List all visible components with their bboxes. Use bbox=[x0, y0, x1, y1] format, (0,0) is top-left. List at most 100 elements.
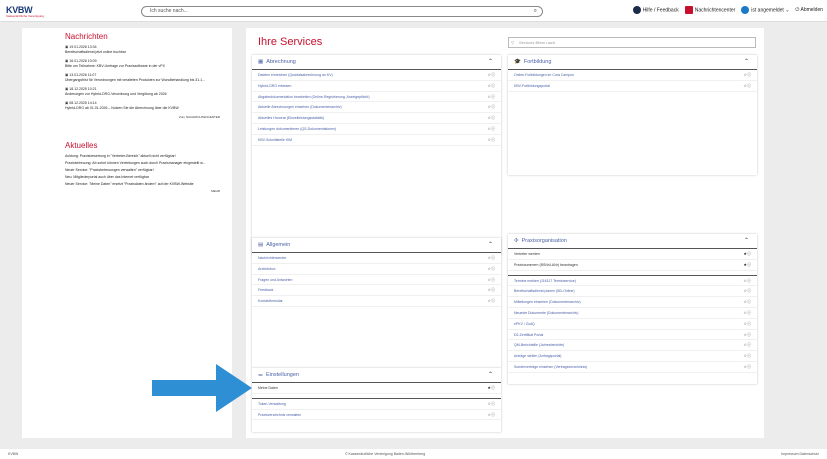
service-item[interactable]: Neueste Dokumente (Dokumentenarchiv) ☆ⓘ bbox=[508, 308, 757, 319]
service-item[interactable]: Arztinfobox ☆ⓘ bbox=[252, 264, 501, 275]
aktuell-item[interactable]: Praxisbetreuung: Ab sofort können Vertre… bbox=[65, 161, 232, 166]
info-icon[interactable]: ⓘ bbox=[747, 364, 751, 369]
search-input[interactable]: Ich suche nach... ⌕ bbox=[141, 6, 543, 17]
info-icon[interactable]: ⓘ bbox=[747, 72, 751, 77]
chevron-up-icon[interactable]: ⌃ bbox=[744, 55, 749, 70]
aktuell-more-link[interactable]: MEHR bbox=[22, 189, 220, 193]
news-more-link[interactable]: Zum NACHRICHTENCENTER bbox=[22, 115, 220, 119]
aktuell-item[interactable]: Achtung: Praxisbewertung in "Vertreter-B… bbox=[65, 154, 232, 159]
info-icon[interactable]: ⓘ bbox=[747, 288, 751, 293]
card-header-abrechnung[interactable]: ▦ Abrechnung ⌃ bbox=[252, 55, 501, 70]
service-item[interactable]: Aktuelles Honorar (Einzelleistungsstatis… bbox=[252, 113, 501, 124]
card-header-praxisorganisation[interactable]: ✣ Praxisorganisation ⌃ bbox=[508, 234, 757, 249]
news-item[interactable]: 13.01.2026 11:07Übergangsfrist für Veror… bbox=[65, 73, 232, 83]
chevron-up-icon[interactable]: ⌃ bbox=[488, 368, 493, 383]
info-icon[interactable]: ⓘ bbox=[491, 412, 495, 417]
search-icon[interactable]: ⌕ bbox=[534, 7, 537, 16]
service-item[interactable]: Meine Daten ★ⓘ bbox=[252, 383, 501, 394]
info-icon[interactable]: ⓘ bbox=[491, 137, 495, 142]
info-icon[interactable]: ⓘ bbox=[747, 262, 751, 267]
service-item[interactable]: Kontaktformular ☆ⓘ bbox=[252, 296, 501, 307]
service-item[interactable]: D2-Zertifikat Portal ☆ⓘ bbox=[508, 330, 757, 341]
card-header-allgemein[interactable]: ▤ Allgemein ⌃ bbox=[252, 238, 501, 253]
card-einstellungen: ⚌ Einstellungen ⌃ Meine Daten ★ⓘ Token-Ver… bbox=[252, 368, 501, 432]
user-menu[interactable]: ist angemeldet ⌄ bbox=[741, 6, 789, 14]
service-item[interactable]: Online-Fortbildungen im Cura Campus ☆ⓘ bbox=[508, 70, 757, 81]
info-icon[interactable]: ⓘ bbox=[747, 342, 751, 347]
info-icon[interactable]: ⓘ bbox=[491, 277, 495, 282]
service-item[interactable]: Praxisverzeichnis verwalten ☆ⓘ bbox=[252, 410, 501, 421]
service-item[interactable]: KBV-Schnittstelle KIM ☆ⓘ bbox=[252, 135, 501, 146]
aktuell-item[interactable]: Neu: Mitgliederportal auch über das Inte… bbox=[65, 175, 232, 180]
info-icon[interactable]: ⓘ bbox=[491, 126, 495, 131]
service-item[interactable]: Abgabedokumentation bearbeiten (Online-R… bbox=[252, 92, 501, 103]
news-item[interactable]: 19.01.2026 13:34Bereitschaftsdienst jetz… bbox=[65, 45, 232, 55]
service-item[interactable]: Vertreter werden ★ⓘ bbox=[508, 249, 757, 260]
card-header-einstellungen[interactable]: ⚌ Einstellungen ⌃ bbox=[252, 368, 501, 383]
info-icon[interactable]: ⓘ bbox=[491, 266, 495, 271]
service-item[interactable]: Nachrichtencenter ☆ⓘ bbox=[252, 253, 501, 264]
service-item[interactable]: Mitteilungen einsehen (Dokumentenarchiv)… bbox=[508, 297, 757, 308]
chevron-up-icon[interactable]: ⌃ bbox=[744, 234, 749, 249]
info-icon[interactable]: ⓘ bbox=[491, 298, 495, 303]
messages-link[interactable]: Nachrichtencenter bbox=[684, 6, 735, 14]
service-item[interactable]: Aktuelle Abrechnungen einsehen (Dokument… bbox=[252, 102, 501, 114]
chevron-up-icon[interactable]: ⌃ bbox=[488, 238, 493, 253]
aktuell-item[interactable]: Neuer Service: "Meine Daten" ersetzt "Pr… bbox=[65, 182, 232, 187]
news-item[interactable]: 18.12.2025 10:21Änderungen zur Hybrid-DR… bbox=[65, 87, 232, 97]
info-icon[interactable]: ⓘ bbox=[491, 94, 495, 99]
service-item[interactable]: Termine melden (116117 Terminservice) ☆ⓘ bbox=[508, 276, 757, 287]
service-item[interactable]: Dateien einreichen (Quartalsabrechnung a… bbox=[252, 70, 501, 81]
service-item[interactable]: QM-Berichtsfile (Jahresberichte) ☆ⓘ bbox=[508, 340, 757, 352]
info-icon[interactable]: ⓘ bbox=[747, 278, 751, 283]
info-icon[interactable]: ⓘ bbox=[491, 104, 495, 109]
info-icon[interactable]: ⓘ bbox=[491, 287, 495, 292]
service-item[interactable]: Sonderverträge einsehen (Vertragsverzeic… bbox=[508, 362, 757, 373]
service-item[interactable]: Hybrid-DRG erfassen ☆ⓘ bbox=[252, 81, 501, 92]
news-text: Übergangsfrist für Verordnungen mit vera… bbox=[65, 78, 206, 82]
service-item[interactable]: Praxisnummern (BSNr/LANr) beantragen ★ⓘ bbox=[508, 260, 757, 271]
service-item[interactable]: Leistungen dokumentieren (QS-Dokumentati… bbox=[252, 124, 501, 135]
info-icon[interactable]: ⓘ bbox=[491, 72, 495, 77]
service-item[interactable]: Fragen und Antworten ☆ⓘ bbox=[252, 275, 501, 286]
service-label: Praxisnummern (BSNr/LANr) beantragen bbox=[514, 262, 578, 267]
user-icon bbox=[741, 6, 750, 14]
grid-icon: ▤ bbox=[258, 242, 264, 248]
service-label: Anträge stellen (Antragsportal) bbox=[514, 354, 562, 359]
service-label: Bereitschaftsdienst planen (BD-Online) bbox=[514, 289, 575, 294]
logout-link[interactable]: ⏻ Abmelden bbox=[795, 7, 823, 13]
service-item[interactable]: KBV-Fortbildungsportal ☆ⓘ bbox=[508, 81, 757, 92]
info-icon[interactable]: ⓘ bbox=[747, 310, 751, 315]
service-label: Fragen und Antworten bbox=[258, 277, 293, 282]
service-item[interactable]: Feedback ☆ⓘ bbox=[252, 285, 501, 297]
info-icon[interactable]: ⓘ bbox=[491, 83, 495, 88]
help-link[interactable]: Hilfe / Feedback bbox=[632, 6, 679, 14]
info-icon[interactable]: ⓘ bbox=[747, 321, 751, 326]
info-icon[interactable]: ⓘ bbox=[491, 401, 495, 406]
services-panel: Ihre Services Services filtern nach ▦Abr… bbox=[246, 28, 764, 438]
service-item[interactable]: ePKV / ZodQ ☆ⓘ bbox=[508, 319, 757, 330]
info-icon[interactable]: ⓘ bbox=[491, 115, 495, 120]
service-item[interactable]: Bereitschaftsdienst planen (BD-Online) ☆ⓘ bbox=[508, 286, 757, 298]
top-header: KVBW Kassenärztliche Vereinigung Ich suc… bbox=[0, 0, 827, 22]
footer-links[interactable]: Impressum Datenschutz bbox=[781, 449, 819, 459]
info-icon[interactable]: ⓘ bbox=[747, 353, 751, 358]
list-einstellungen: Token-Verwaltung ☆ⓘ Praxisverzeichnis verw… bbox=[252, 399, 501, 421]
news-item[interactable]: 16.01.2026 10:09Bitte um Teilnahme: KBV-… bbox=[65, 59, 232, 69]
logo-subtitle: Kassenärztliche Vereinigung bbox=[6, 14, 44, 18]
info-icon[interactable]: ⓘ bbox=[491, 385, 495, 390]
news-item[interactable]: 08.12.2025 14:14Hybrid-DRG ab 01.01.2026… bbox=[65, 101, 232, 111]
info-icon[interactable]: ⓘ bbox=[747, 332, 751, 337]
info-icon[interactable]: ⓘ bbox=[747, 299, 751, 304]
chevron-up-icon[interactable]: ⌃ bbox=[488, 55, 493, 70]
service-item[interactable]: Anträge stellen (Antragsportal) ☆ⓘ bbox=[508, 351, 757, 362]
list-fortbildung: Online-Fortbildungen im Cura Campus ☆ⓘ KBV… bbox=[508, 70, 757, 92]
service-item[interactable]: Token-Verwaltung ☆ⓘ bbox=[252, 399, 501, 410]
card-header-fortbildung[interactable]: 🎓 Fortbildung ⌃ bbox=[508, 55, 757, 70]
info-icon[interactable]: ⓘ bbox=[491, 255, 495, 260]
news-text: Hybrid-DRG ab 01.01.2026 – Nutzen Sie di… bbox=[65, 106, 179, 110]
info-icon[interactable]: ⓘ bbox=[747, 251, 751, 256]
services-filter-input[interactable]: Services filtern nach bbox=[508, 37, 756, 48]
info-icon[interactable]: ⓘ bbox=[747, 83, 751, 88]
aktuell-item[interactable]: Neuer Service: "Praxisbetreuungen verwal… bbox=[65, 168, 232, 173]
